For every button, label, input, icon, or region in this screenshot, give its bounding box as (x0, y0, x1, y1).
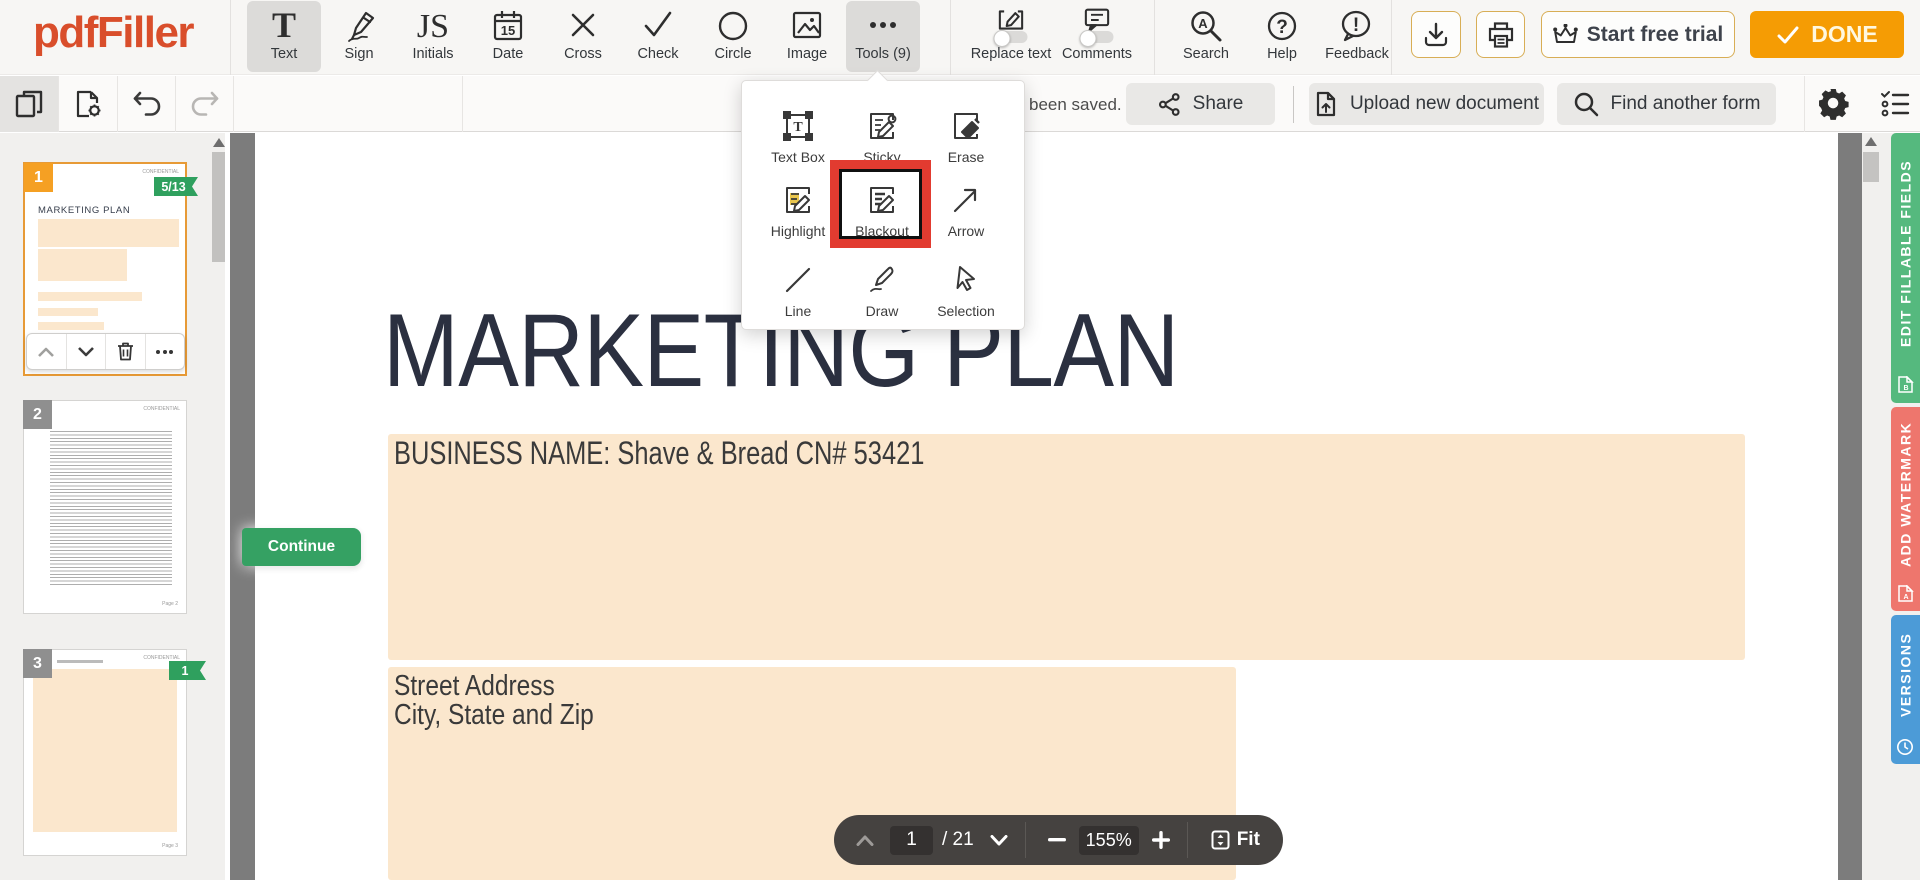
svg-text:A: A (1198, 16, 1208, 31)
svg-text:T: T (272, 10, 296, 42)
svg-text:JS: JS (417, 10, 449, 44)
svg-text:?: ? (1276, 17, 1288, 38)
svg-text:A: A (1903, 594, 1908, 601)
svg-text:B: B (1903, 385, 1908, 392)
svg-text:15: 15 (501, 23, 515, 38)
svg-text:!: ! (1353, 15, 1359, 36)
svg-text:T: T (793, 120, 803, 135)
